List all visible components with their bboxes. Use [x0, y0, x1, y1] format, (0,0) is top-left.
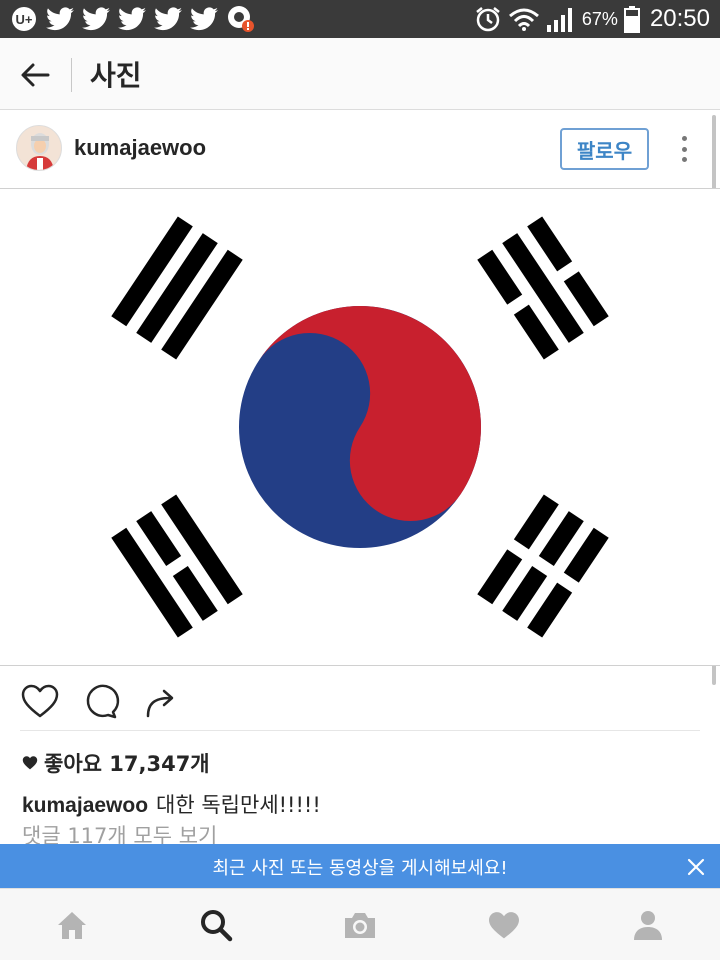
profile-icon — [634, 911, 662, 940]
nav-camera[interactable] — [340, 905, 380, 945]
post-username[interactable]: kumajaewoo — [74, 135, 206, 161]
south-korea-flag — [0, 189, 712, 665]
app-bar: 사진 — [0, 38, 720, 110]
bottom-navigation — [0, 888, 720, 960]
back-arrow-icon[interactable] — [18, 58, 52, 92]
post-prompt-banner[interactable]: 최근 사진 또는 동영상을 게시해보세요! — [0, 844, 720, 888]
uplus-icon: U+ — [12, 7, 36, 31]
caption-username[interactable]: kumajaewoo — [22, 794, 148, 817]
battery-icon — [623, 6, 640, 33]
status-bar-system: 67% 20:50 — [474, 0, 710, 38]
twitter-icon — [190, 7, 218, 31]
likes-text: 좋아요 17,347개 — [44, 752, 210, 776]
nav-activity[interactable] — [484, 905, 524, 945]
notification-alert-icon — [228, 6, 254, 32]
nav-search[interactable] — [196, 905, 236, 945]
heart-icon — [489, 912, 519, 939]
post-photo[interactable] — [0, 188, 720, 666]
search-icon — [201, 910, 233, 942]
view-all-comments-link[interactable]: 댓글 117개 모두 보기 — [22, 820, 217, 844]
twitter-icon — [82, 7, 110, 31]
twitter-icon — [46, 7, 74, 31]
nav-profile[interactable] — [628, 905, 668, 945]
heart-icon[interactable] — [20, 682, 60, 722]
svg-text:U+: U+ — [16, 12, 33, 27]
post-actions — [0, 670, 720, 730]
signal-icon — [546, 8, 572, 32]
small-heart-icon — [22, 756, 38, 770]
home-icon — [58, 912, 86, 939]
twitter-icon — [118, 7, 146, 31]
nav-home[interactable] — [52, 905, 92, 945]
post-header: kumajaewoo 팔로우 — [0, 111, 720, 187]
comment-icon[interactable] — [80, 682, 120, 722]
twitter-icon — [154, 7, 182, 31]
clock: 20:50 — [649, 5, 710, 32]
more-options-icon[interactable] — [672, 133, 696, 165]
battery-percent: 67% — [581, 8, 618, 29]
post-caption: kumajaewoo 대한 독립만세!!!!! — [22, 789, 321, 819]
share-icon[interactable] — [140, 682, 180, 722]
alarm-icon — [476, 7, 500, 32]
divider — [20, 730, 700, 731]
wifi-icon — [508, 8, 539, 31]
likes-count[interactable]: 좋아요 17,347개 — [22, 748, 210, 778]
status-bar: U+ 67% 20:50 — [0, 0, 720, 38]
caption-text: 대한 독립만세!!!!! — [156, 793, 321, 817]
page-title: 사진 — [90, 59, 142, 92]
close-icon[interactable] — [686, 857, 706, 877]
banner-text: 최근 사진 또는 동영상을 게시해보세요! — [212, 858, 508, 879]
follow-button[interactable]: 팔로우 — [560, 128, 649, 170]
app-bar-divider — [71, 58, 72, 92]
camera-icon — [345, 913, 375, 938]
status-bar-notifications: U+ — [10, 4, 256, 34]
avatar[interactable] — [16, 125, 62, 171]
